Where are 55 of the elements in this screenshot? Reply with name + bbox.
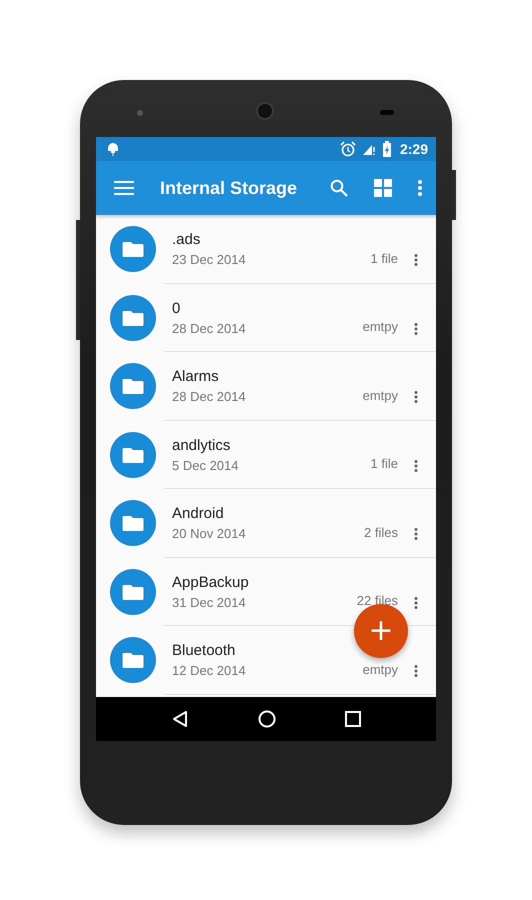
back-icon[interactable] [170,710,189,728]
more-icon [414,322,418,335]
recents-icon[interactable] [345,711,362,727]
folder-icon [110,500,156,546]
more-icon [414,596,418,609]
more-icon [414,665,418,678]
file-date: 20 Nov 2014 [172,526,247,542]
file-row[interactable]: andlytics 5 Dec 2014 1 file [96,420,436,489]
file-date: 12 Dec 2014 [172,663,247,678]
folder-icon [110,637,156,684]
more-icon [414,460,418,472]
folder-icon [110,363,156,410]
add-button[interactable]: + [354,604,408,658]
status-time: 2:29 [400,141,428,157]
more-icon [414,528,418,540]
file-size: 1 file [370,250,398,266]
file-row[interactable]: Android 20 Nov 2014 2 files [96,489,436,558]
file-date: 23 Dec 2014 [172,252,247,268]
sensor-icon [380,110,394,115]
home-icon[interactable] [258,710,276,728]
more-icon [414,254,418,266]
file-date: 31 Dec 2014 [172,594,247,610]
file-name: Android [172,505,225,522]
file-date: 28 Dec 2014 [172,320,247,336]
file-row[interactable]: Alarms 28 Dec 2014 emtpy [96,352,436,420]
file-date: 28 Dec 2014 [172,389,247,404]
file-name: Bluetooth [172,642,236,660]
file-size: emtpy [362,388,398,403]
file-name: .ads [172,231,202,248]
folder-icon [110,294,156,341]
toolbar-title: Internal Storage [160,178,298,198]
search-icon [330,179,348,197]
file-date: 5 Dec 2014 [172,458,240,473]
speaker-grille [256,102,274,120]
folder-icon [110,432,156,478]
file-row[interactable]: 0 28 Dec 2014 emtpy [96,284,436,352]
grid-icon [374,179,392,197]
battery-icon [382,141,392,157]
more-icon [418,180,422,196]
file-name: Alarms [172,368,220,386]
file-size: emtpy [362,662,398,677]
file-size: 2 files [364,524,398,540]
folder-icon [110,226,156,272]
alarm-icon [340,141,356,157]
folder-icon [110,568,156,615]
file-row[interactable]: .ads 23 Dec 2014 1 file [96,215,436,284]
file-name: AppBackup [172,574,250,591]
menu-icon [114,181,134,195]
android-icon [106,141,120,157]
file-name: 0 [172,300,182,317]
more-icon [414,391,418,404]
file-size: emtpy [362,319,398,334]
file-name: andlytics [172,436,232,454]
camera-icon [137,110,143,116]
file-size: 1 file [370,456,398,472]
